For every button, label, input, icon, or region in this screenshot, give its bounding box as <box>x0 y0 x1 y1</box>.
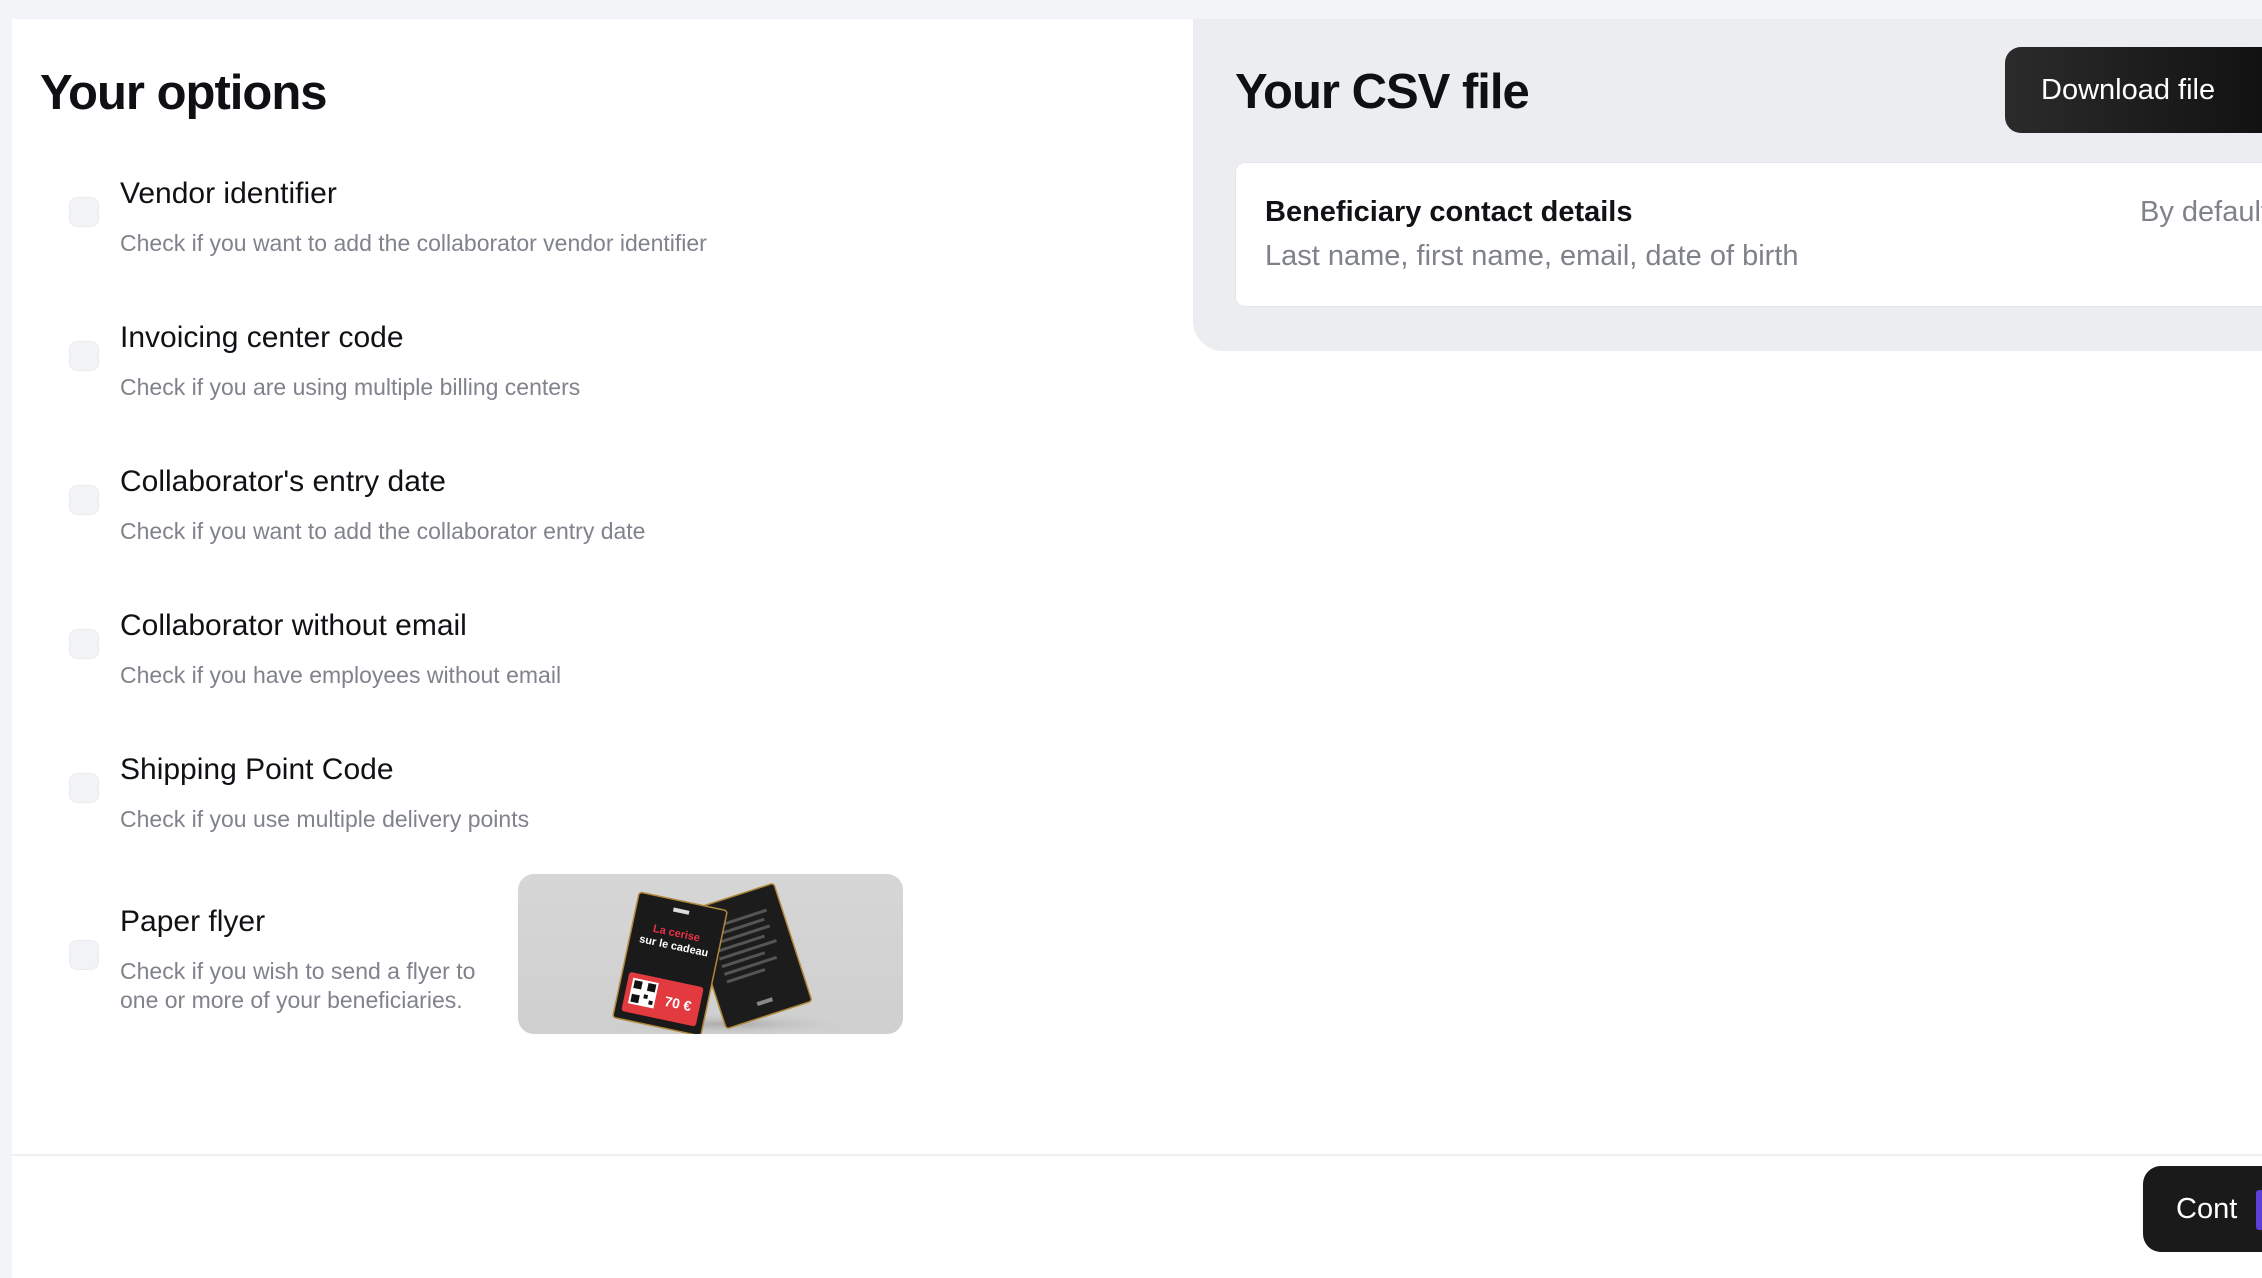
csv-panel: Your CSV file Download file Beneficiary … <box>1193 19 2262 351</box>
paper-flyer-image: La cerise sur le cadeau 70 € <box>518 874 903 1034</box>
button-edge-accent <box>2256 1190 2262 1230</box>
option-title: Collaborator without email <box>120 609 467 642</box>
option-title: Shipping Point Code <box>120 753 394 786</box>
without-email-checkbox[interactable] <box>69 629 99 659</box>
options-title: Your options <box>40 66 327 120</box>
option-title: Invoicing center code <box>120 321 404 354</box>
invoicing-center-code-checkbox[interactable] <box>69 341 99 371</box>
paper-flyer-checkbox[interactable] <box>69 940 99 970</box>
option-title: Paper flyer <box>120 905 266 938</box>
vendor-identifier-checkbox[interactable] <box>69 197 99 227</box>
csv-card-title: Beneficiary contact details <box>1265 196 1633 228</box>
option-title: Collaborator's entry date <box>120 465 446 498</box>
option-description: Check if you want to add the collaborato… <box>120 230 707 256</box>
option-description: Check if you want to add the collaborato… <box>120 518 646 544</box>
csv-field-card: Beneficiary contact details Last name, f… <box>1235 162 2262 307</box>
option-description: Check if you have employees without emai… <box>120 662 562 688</box>
option-description: Check if you use multiple delivery point… <box>120 806 530 832</box>
entry-date-checkbox[interactable] <box>69 485 99 515</box>
shipping-point-code-checkbox[interactable] <box>69 773 99 803</box>
csv-title: Your CSV file <box>1235 65 1530 119</box>
option-description: Check if you are using multiple billing … <box>120 374 581 400</box>
csv-card-description: Last name, first name, email, date of bi… <box>1265 240 1799 272</box>
option-description: Check if you wish to send a flyer to one… <box>120 958 476 1013</box>
option-title: Vendor identifier <box>120 177 337 210</box>
default-badge: By default <box>2140 196 2262 228</box>
continue-button[interactable]: Cont <box>2143 1166 2262 1252</box>
continue-label: Cont <box>2176 1192 2238 1225</box>
footer-divider <box>12 1154 2262 1156</box>
download-file-button[interactable]: Download file <box>2005 47 2262 133</box>
